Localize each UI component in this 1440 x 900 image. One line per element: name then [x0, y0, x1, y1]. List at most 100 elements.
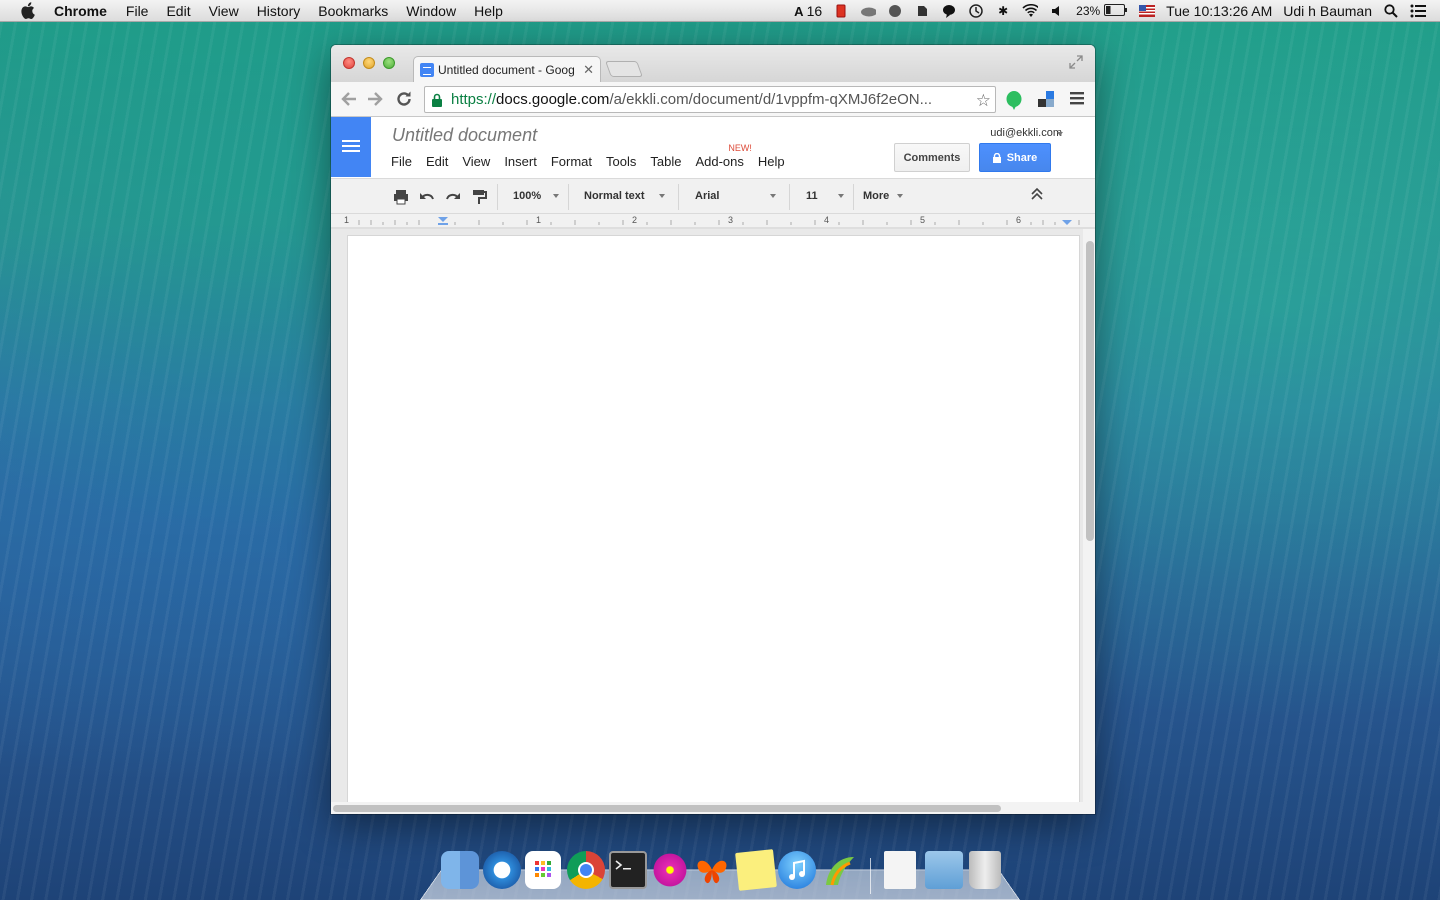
safari-icon[interactable] [483, 851, 521, 889]
spotlight-icon[interactable] [1383, 3, 1399, 19]
zoom-dropdown[interactable]: 100% [513, 190, 541, 202]
bluetooth-icon[interactable]: ✱ [995, 3, 1011, 19]
paint-format-icon[interactable] [470, 188, 488, 206]
menu-bookmarks[interactable]: Bookmarks [318, 3, 388, 19]
docs-menu-addons-wrap[interactable]: Add-ons NEW! [695, 143, 751, 169]
flower-icon[interactable] [651, 851, 689, 889]
time-machine-icon[interactable] [968, 3, 984, 19]
vertical-scroll-thumb[interactable] [1086, 241, 1094, 541]
menu-help[interactable]: Help [474, 3, 503, 19]
ruler[interactable]: 1 1 2 3 4 5 6 [331, 214, 1095, 229]
menu-window[interactable]: Window [406, 3, 456, 19]
document-page[interactable] [347, 235, 1080, 805]
docs-menu-format[interactable]: Format [551, 154, 592, 169]
evernote-tray-icon[interactable] [914, 3, 930, 19]
apple-icon[interactable] [18, 2, 36, 20]
cloud-icon[interactable] [860, 3, 877, 19]
url-domain: docs.google.com [496, 91, 610, 108]
wifi-icon[interactable] [1022, 3, 1039, 19]
docs-favicon-icon [420, 62, 434, 77]
account-caret-icon[interactable] [1057, 132, 1063, 136]
terminal-icon[interactable] [609, 851, 647, 889]
menu-history[interactable]: History [257, 3, 301, 19]
horizontal-scroll-thumb[interactable] [333, 805, 1001, 812]
fullscreen-icon[interactable] [1069, 55, 1085, 71]
chrome-icon[interactable] [567, 851, 605, 889]
url-text: https://docs.google.com/a/ekkli.com/docu… [451, 91, 971, 108]
app-icon[interactable] [820, 851, 858, 889]
document-title[interactable]: Untitled document [392, 125, 537, 146]
right-indent-marker[interactable] [1062, 220, 1072, 225]
collapse-chevrons-icon[interactable] [1031, 187, 1043, 201]
print-icon[interactable] [392, 188, 410, 206]
forward-arrow-icon[interactable] [365, 90, 385, 110]
app-name[interactable]: Chrome [54, 3, 107, 19]
docs-menu-help[interactable]: Help [758, 154, 785, 169]
horizontal-scrollbar[interactable] [331, 802, 1083, 814]
docs-menu-insert[interactable]: Insert [504, 154, 537, 169]
ruler-label: 1 [536, 215, 542, 225]
toolbar-divider [678, 184, 679, 210]
documents-icon[interactable] [884, 851, 916, 889]
undo-icon[interactable] [418, 188, 436, 206]
user-name[interactable]: Udi h Bauman [1283, 3, 1372, 19]
docs-menu-view[interactable]: View [462, 154, 490, 169]
share-button[interactable]: Share [979, 143, 1051, 172]
window-minimize-button[interactable] [363, 57, 375, 69]
formatting-toolbar: 100% Normal text Arial 11 More [331, 178, 1095, 214]
first-line-indent-marker[interactable] [438, 223, 448, 225]
extension-squares-icon[interactable] [1037, 90, 1057, 110]
gamepad-icon[interactable] [887, 3, 903, 19]
more-button[interactable]: More [863, 190, 889, 202]
font-dropdown[interactable]: Arial [695, 190, 719, 202]
menu-file[interactable]: File [126, 3, 149, 19]
trash-icon[interactable] [969, 851, 1001, 889]
folder-icon[interactable] [925, 851, 963, 889]
left-indent-marker[interactable] [438, 217, 448, 222]
adobe-tray[interactable]: A 16 [794, 3, 822, 19]
launchpad-icon[interactable] [525, 851, 561, 889]
red-book-icon[interactable] [833, 3, 849, 19]
comments-button[interactable]: Comments [894, 143, 970, 172]
docs-menu-table[interactable]: Table [650, 154, 681, 169]
redo-icon[interactable] [444, 188, 462, 206]
volume-icon[interactable] [1049, 3, 1065, 19]
butterfly-icon[interactable] [693, 851, 731, 889]
bookmark-star-icon[interactable]: ☆ [976, 91, 991, 111]
tab-close-icon[interactable]: ✕ [583, 62, 594, 78]
chrome-center [578, 862, 594, 878]
clock[interactable]: Tue 10:13:26 AM [1166, 3, 1272, 19]
docs-menu-bar: File Edit View Insert Format Tools Table… [391, 143, 799, 169]
window-zoom-button[interactable] [383, 57, 395, 69]
browser-tab[interactable]: Untitled document - Goog ✕ [413, 56, 601, 82]
address-bar[interactable]: https://docs.google.com/a/ekkli.com/docu… [424, 86, 996, 113]
docs-menu-edit[interactable]: Edit [426, 154, 448, 169]
style-caret-icon [659, 194, 665, 198]
vertical-scrollbar[interactable] [1083, 229, 1095, 814]
style-dropdown[interactable]: Normal text [584, 190, 645, 202]
battery-status[interactable]: 23% [1076, 3, 1128, 19]
evernote-extension-icon[interactable] [1005, 90, 1025, 110]
menu-edit[interactable]: Edit [166, 3, 190, 19]
reload-icon[interactable] [394, 90, 414, 110]
new-tab-button[interactable] [605, 61, 643, 77]
window-close-button[interactable] [343, 57, 355, 69]
stickies-icon[interactable] [735, 849, 777, 891]
chrome-menu-icon[interactable] [1067, 90, 1087, 110]
flag-icon[interactable] [1139, 3, 1156, 19]
itunes-icon[interactable] [778, 851, 816, 889]
notification-center-icon[interactable] [1410, 3, 1426, 19]
size-caret-icon [838, 194, 844, 198]
docs-menu-file[interactable]: File [391, 154, 412, 169]
menu-view[interactable]: View [209, 3, 239, 19]
share-lock-icon [992, 152, 1001, 163]
account-email[interactable]: udi@ekkli.com [990, 127, 1062, 139]
font-size-dropdown[interactable]: 11 [806, 190, 818, 202]
toolbar-divider [789, 184, 790, 210]
docs-home-button[interactable] [331, 117, 371, 177]
battery-percent: 23% [1076, 4, 1101, 18]
docs-menu-tools[interactable]: Tools [606, 154, 636, 169]
speech-bubble-icon[interactable] [941, 3, 957, 19]
back-arrow-icon[interactable] [339, 90, 359, 110]
finder-icon[interactable] [441, 851, 479, 889]
